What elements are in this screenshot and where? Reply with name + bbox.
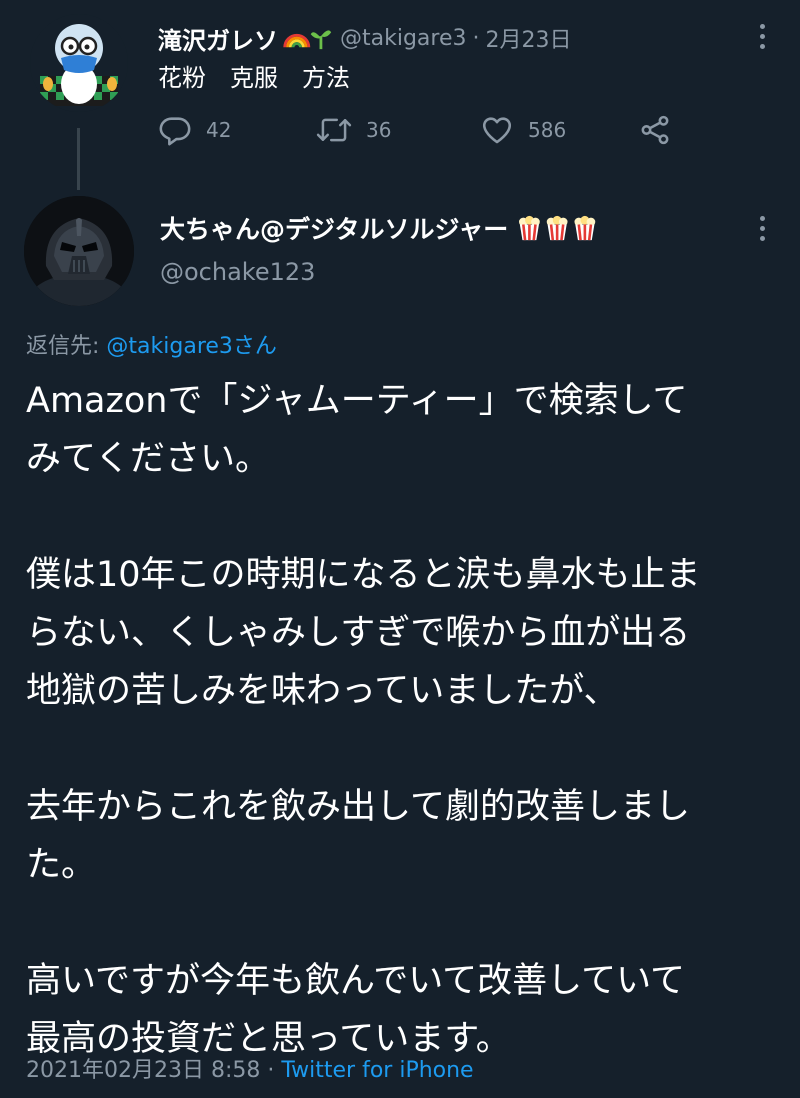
share-icon bbox=[641, 115, 669, 145]
display-name[interactable]: 滝沢ガレソ bbox=[158, 21, 278, 56]
separator-dot: · bbox=[472, 25, 480, 51]
tweet-metadata-footer: 2021年02月23日 8:58 · Twitter for iPhone bbox=[26, 1052, 474, 1084]
paragraph-spacer bbox=[26, 488, 786, 546]
popcorn-icon bbox=[519, 215, 596, 241]
paragraph-spacer bbox=[26, 720, 786, 778]
reply-to-line: 返信先: @takigare3さん bbox=[26, 328, 277, 360]
tweet-paragraph: 高いですが今年も飲んでいて改善していて 最高の投資だと思っています。 bbox=[26, 961, 686, 1059]
tweet-thread-view: 滝沢ガレソ @takigare3 · 2月23日 花粉 克服 方法 42 36 … bbox=[0, 0, 800, 1098]
retweet-button[interactable]: 36 bbox=[316, 110, 391, 150]
tweet-date[interactable]: 2月23日 bbox=[486, 22, 572, 54]
avatar[interactable] bbox=[24, 196, 134, 306]
tweet-paragraph: Amazonで「ジャムーティー」で検索して みてください。 bbox=[26, 381, 688, 479]
tweet-paragraph: 僕は10年この時期になると涙も鼻水も止ま らない、くしゃみしすぎで喉から血が出る… bbox=[26, 555, 701, 711]
handle[interactable]: @ochake123 bbox=[160, 258, 315, 286]
display-name[interactable]: 大ちゃん@デジタルソルジャー bbox=[160, 210, 508, 246]
parent-tweet[interactable]: 滝沢ガレソ @takigare3 · 2月23日 花粉 克服 方法 42 36 … bbox=[0, 0, 800, 195]
share-button[interactable] bbox=[638, 110, 672, 150]
penguin-avatar-icon bbox=[30, 14, 128, 112]
reply-icon bbox=[159, 117, 191, 146]
retweet-count: 36 bbox=[366, 118, 392, 142]
avatar[interactable] bbox=[30, 14, 128, 112]
parent-tweet-text: 花粉 克服 方法 bbox=[158, 64, 350, 92]
tweet-timestamp[interactable]: 2021年02月23日 8:58 bbox=[26, 1058, 260, 1083]
rainbow-seedling-icon bbox=[283, 30, 332, 50]
reply-count: 42 bbox=[206, 118, 232, 142]
thread-connector-line bbox=[77, 128, 80, 190]
client-link[interactable]: Twitter for iPhone bbox=[281, 1058, 473, 1083]
parent-tweet-header: 滝沢ガレソ @takigare3 · 2月23日 bbox=[158, 20, 572, 56]
more-options-icon[interactable] bbox=[748, 16, 776, 56]
darth-vader-avatar-icon bbox=[24, 196, 134, 306]
retweet-icon bbox=[316, 118, 352, 142]
paragraph-spacer bbox=[26, 894, 786, 952]
reply-tweet-header: 大ちゃん@デジタルソルジャー bbox=[160, 208, 606, 248]
footer-separator: · bbox=[260, 1058, 282, 1083]
tweet-actions-bar: 42 36 586 bbox=[158, 110, 718, 150]
reply-to-prefix: 返信先: bbox=[26, 334, 107, 359]
handle[interactable]: @takigare3 bbox=[340, 26, 467, 51]
like-count: 586 bbox=[528, 118, 567, 142]
reply-to-mention-link[interactable]: @takigare3さん bbox=[106, 334, 277, 359]
like-button[interactable]: 586 bbox=[480, 110, 566, 150]
reply-tweet-body: Amazonで「ジャムーティー」で検索して みてください。 僕は10年この時期に… bbox=[26, 372, 786, 1068]
tweet-paragraph: 去年からこれを飲み出して劇的改善しまし た。 bbox=[26, 787, 690, 885]
reply-button[interactable]: 42 bbox=[158, 110, 231, 150]
heart-icon bbox=[482, 117, 512, 144]
more-options-icon[interactable] bbox=[748, 208, 776, 248]
